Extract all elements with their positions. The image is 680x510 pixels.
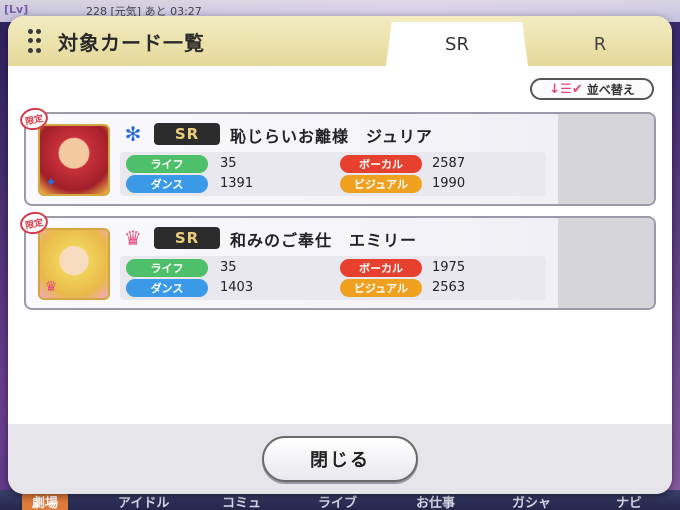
card-name: 恥じらいお離様 ジュリア (230, 127, 433, 146)
stats-panel: ライフ 35 ダンス 1391 ボーカル 2587 ビジュアル 1990 (120, 152, 546, 196)
visual-label: ビジュアル (340, 279, 422, 297)
card-name: 和みのご奉仕 エミリー (230, 231, 418, 250)
vocal-value: 1975 (432, 260, 466, 275)
stats-panel: ライフ 35 ダンス 1403 ボーカル 1975 ビジュアル 2563 (120, 256, 546, 300)
card-list-dialog: 対象カード一覧 SR R ↓☰✔ 並べ替え ✦ 限定 ✻ SR 恥じらいお離様 … (8, 16, 672, 494)
level-label: [Lv] (4, 3, 29, 16)
nav-commu[interactable]: コミュ (222, 492, 261, 510)
vocal-label: ボーカル (340, 259, 422, 277)
nav-live[interactable]: ライブ (318, 492, 357, 510)
card-row[interactable]: ✦ 限定 ✻ SR 恥じらいお離様 ジュリア ライフ 35 ダンス 1391 ボ… (18, 105, 656, 206)
fairy-snowflake-icon: ✦ (45, 175, 57, 191)
close-button[interactable]: 閉じる (262, 436, 418, 482)
dialog-title: 対象カード一覧 (58, 31, 205, 55)
tab-sr[interactable]: SR (386, 22, 528, 66)
card-right-panel (558, 114, 654, 204)
life-value: 35 (220, 260, 237, 275)
vocal-label: ボーカル (340, 155, 422, 173)
life-value: 35 (220, 156, 237, 171)
dance-label: ダンス (126, 279, 208, 297)
visual-value: 2563 (432, 280, 466, 295)
dance-label: ダンス (126, 175, 208, 193)
vocal-value: 2587 (432, 156, 466, 171)
visual-label: ビジュアル (340, 175, 422, 193)
card-list: ↓☰✔ 並べ替え ✦ 限定 ✻ SR 恥じらいお離様 ジュリア ライフ 35 ダ… (8, 66, 672, 424)
dance-value: 1403 (220, 280, 254, 295)
life-label: ライフ (126, 259, 208, 277)
nav-gacha[interactable]: ガシャ (512, 492, 551, 510)
card-thumbnail: ♛ (38, 228, 110, 300)
card-row[interactable]: ♛ 限定 ♛ SR 和みのご奉仕 エミリー ライフ 35 ダンス 1403 ボー… (18, 209, 656, 310)
card-thumbnail: ✦ (38, 124, 110, 196)
princess-crown-icon: ♛ (124, 226, 142, 250)
life-label: ライフ (126, 155, 208, 173)
nav-navi[interactable]: ナビ (616, 492, 642, 510)
sort-label: 並べ替え (586, 82, 635, 97)
rarity-badge: SR (154, 227, 220, 249)
dialog-footer: 閉じる (8, 424, 672, 494)
sort-icon: ↓☰✔ (549, 81, 583, 97)
rarity-badge: SR (154, 123, 220, 145)
nav-theater[interactable]: 劇場 (22, 492, 69, 510)
visual-value: 1990 (432, 176, 466, 191)
princess-crown-icon: ♛ (44, 279, 58, 295)
nav-idol[interactable]: アイドル (118, 492, 169, 510)
tab-r[interactable]: R (528, 22, 672, 66)
card-right-panel (558, 218, 654, 308)
dialog-header: 対象カード一覧 SR R (8, 16, 672, 66)
sort-button[interactable]: ↓☰✔ 並べ替え (530, 78, 654, 100)
drag-grip-icon (28, 29, 42, 55)
fairy-snowflake-icon: ✻ (124, 122, 142, 146)
nav-work[interactable]: お仕事 (416, 492, 455, 510)
dance-value: 1391 (220, 176, 254, 191)
